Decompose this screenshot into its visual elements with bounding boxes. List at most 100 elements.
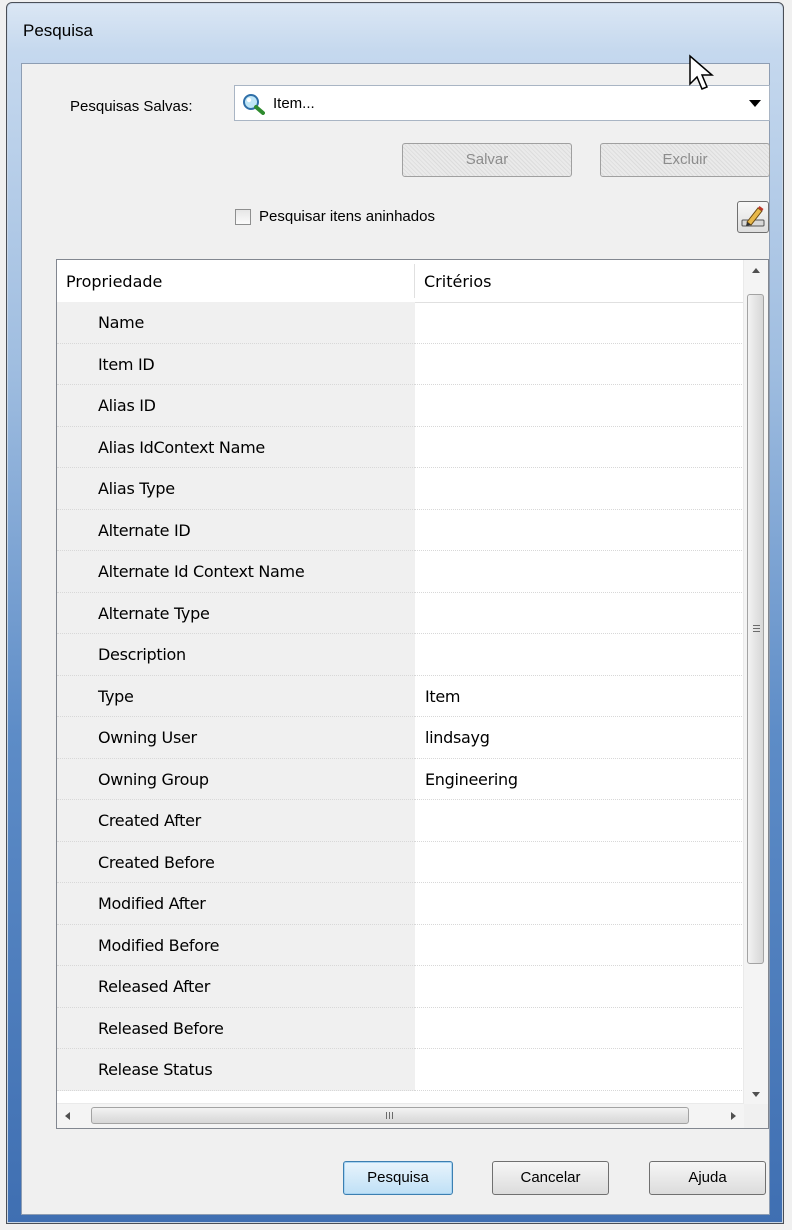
property-name: Created After [98,811,201,830]
nested-search-checkbox[interactable] [235,209,251,225]
search-button[interactable]: Pesquisa [343,1161,453,1195]
property-name: Type [98,686,134,706]
property-cell: Released Before [57,1007,415,1049]
nested-search-label: Pesquisar itens aninhados [259,208,435,225]
table-row[interactable]: Modified After [57,883,744,925]
property-cell: Created Before [57,841,415,883]
property-name: Item ID [98,354,155,374]
table-row[interactable]: Alternate ID [57,509,744,551]
table-row[interactable]: Released After [57,966,744,1008]
criteria-cell[interactable] [415,883,744,925]
criteria-cell[interactable] [415,800,744,842]
property-name: Alias Type [98,479,175,498]
horizontal-scroll-thumb[interactable] [91,1107,689,1124]
scroll-down-icon[interactable] [744,1083,768,1105]
scroll-left-icon[interactable] [57,1104,79,1128]
edit-criteria-button[interactable] [737,201,769,233]
criteria-cell[interactable] [415,593,744,634]
criteria-cell[interactable]: lindsayg [415,717,744,759]
pencil-icon [741,206,765,227]
window-title: Pesquisa [23,21,93,40]
criteria-cell[interactable] [415,1049,744,1091]
criteria-cell[interactable]: Engineering [415,759,744,800]
criteria-cell[interactable] [415,468,744,510]
criteria-cell[interactable]: Item [415,676,744,717]
table-row[interactable]: Created Before [57,841,744,883]
criteria-value: lindsayg [425,728,490,747]
chevron-down-icon[interactable] [749,100,761,107]
criteria-cell[interactable] [415,510,744,551]
save-button[interactable]: Salvar [402,143,572,177]
table-row[interactable]: Item ID [57,343,744,385]
scroll-up-icon[interactable] [744,260,768,282]
property-name: Modified Before [98,935,220,955]
horizontal-scrollbar[interactable] [57,1103,744,1128]
criteria-cell[interactable] [415,842,744,883]
property-cell: Owning User [57,717,415,759]
table-row[interactable]: Released Before [57,1007,744,1049]
vertical-scrollbar[interactable] [743,260,768,1105]
property-cell: Owning Group [57,758,415,800]
table-row[interactable]: Alias Type [57,468,744,510]
help-button[interactable]: Ajuda [649,1161,766,1195]
property-cell: Alias Type [57,468,415,510]
property-cell: Name [57,302,415,344]
property-cell: Alias ID [57,385,415,427]
scroll-right-icon[interactable] [722,1104,744,1128]
property-name: Alias ID [98,396,156,415]
property-name: Alternate Type [98,603,210,623]
vertical-scroll-thumb[interactable] [747,294,764,964]
criteria-cell[interactable] [415,344,744,385]
property-cell: Type [57,675,415,717]
property-name: Released Before [98,1018,224,1038]
criteria-cell[interactable] [415,385,744,427]
table-row[interactable]: Modified Before [57,924,744,966]
property-cell: Alias IdContext Name [57,426,415,468]
grip-icon [753,625,760,634]
table-row[interactable]: Alias ID [57,385,744,427]
table-row[interactable]: Owning User lindsayg [57,717,744,759]
criteria-cell[interactable] [415,966,744,1008]
criteria-cell[interactable] [415,427,744,468]
delete-button[interactable]: Excluir [600,143,770,177]
criteria-column-header[interactable]: Critérios [424,272,491,291]
criteria-cell[interactable] [415,634,744,676]
property-criteria-grid: Propriedade Critérios Name Item ID Alias I… [56,259,769,1129]
property-name: Created Before [98,852,215,872]
saved-searches-label: Pesquisas Salvas: [70,98,193,115]
criteria-cell[interactable] [415,302,744,344]
criteria-cell[interactable] [415,1008,744,1049]
table-row[interactable]: Name [57,302,744,344]
property-name: Alternate ID [98,520,191,540]
property-name: Owning Group [98,769,209,789]
property-name: Name [98,313,145,332]
property-name: Owning User [98,728,197,747]
cancel-button[interactable]: Cancelar [492,1161,609,1195]
property-cell: Released After [57,966,415,1008]
property-cell: Item ID [57,343,415,385]
column-divider[interactable] [414,264,415,298]
grip-icon [386,1112,395,1119]
criteria-cell[interactable] [415,551,744,593]
table-row[interactable]: Alias IdContext Name [57,426,744,468]
criteria-cell[interactable] [415,925,744,966]
grid-header: Propriedade Critérios [57,260,744,303]
mouse-cursor-icon [689,54,715,90]
criteria-value: Engineering [425,769,518,789]
search-magnifier-icon [243,94,265,115]
table-row[interactable]: Alternate Id Context Name [57,551,744,593]
property-name: Release Status [98,1060,213,1079]
scrollbar-corner [744,1104,768,1128]
table-row[interactable]: Owning Group Engineering [57,758,744,800]
property-cell: Created After [57,800,415,842]
property-cell: Release Status [57,1049,415,1091]
table-row[interactable]: Description [57,634,744,676]
table-row[interactable]: Release Status [57,1049,744,1091]
property-name: Released After [98,977,210,996]
table-row[interactable]: Type Item [57,675,744,717]
property-column-header[interactable]: Propriedade [66,272,162,291]
criteria-value: Item [425,686,461,706]
table-row[interactable]: Created After [57,800,744,842]
dialog-client-area: Pesquisas Salvas: Item... Salvar Excluir… [21,63,770,1215]
table-row[interactable]: Alternate Type [57,592,744,634]
